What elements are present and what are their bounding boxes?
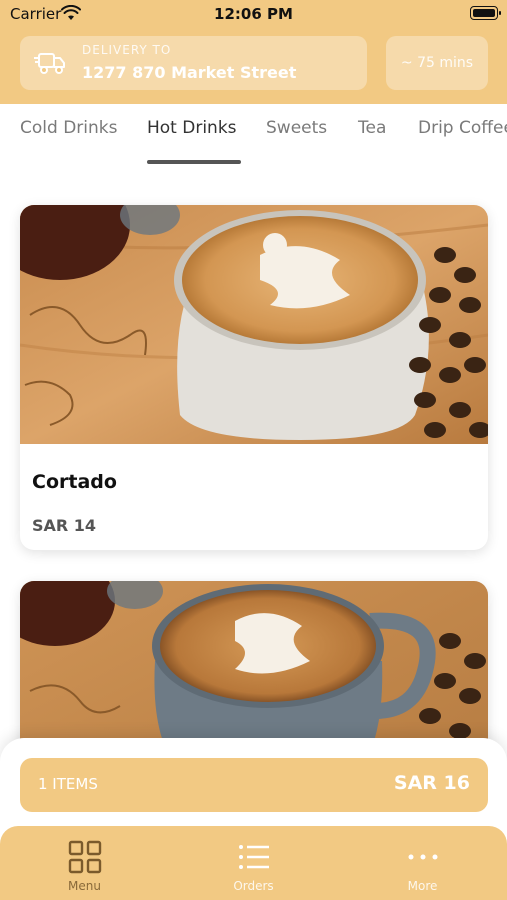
status-bar: Carrier 12:06 PM (0, 0, 507, 28)
tab-cold-drinks[interactable]: Cold Drinks (20, 118, 117, 138)
nav-label: Orders (233, 879, 274, 893)
product-image (20, 205, 488, 444)
nav-menu[interactable]: Menu (0, 826, 169, 900)
tab-drip-coffee[interactable]: Drip Coffee (418, 118, 507, 138)
view-cart-button[interactable]: 1 ITEMS SAR 16 (20, 758, 488, 812)
nav-more[interactable]: More (338, 826, 507, 900)
tab-tea[interactable]: Tea (358, 118, 386, 138)
delivery-label: DELIVERY TO (82, 43, 172, 57)
active-tab-indicator (147, 160, 241, 164)
delivery-address-button[interactable]: DELIVERY TO 1277 870 Market Street (20, 36, 367, 90)
product-card[interactable]: Cortado SAR 14 (20, 205, 488, 550)
bottom-nav: Menu Orders More (0, 826, 507, 900)
nav-label: Menu (68, 879, 101, 893)
battery-icon (470, 6, 501, 20)
status-time: 12:06 PM (214, 5, 293, 23)
product-name: Cortado (32, 471, 117, 493)
delivery-address: 1277 870 Market Street (82, 63, 297, 82)
more-dots-icon (408, 854, 438, 860)
grid-icon (68, 840, 102, 874)
tab-sweets[interactable]: Sweets (266, 118, 327, 138)
nav-orders[interactable]: Orders (169, 826, 338, 900)
category-tabs: Cold Drinks Hot Drinks Sweets Tea Drip C… (0, 104, 507, 166)
cart-item-count: 1 ITEMS (38, 775, 98, 793)
list-icon (239, 845, 269, 869)
header: Carrier 12:06 PM DELIVERY TO 1277 870 Ma… (0, 0, 507, 104)
delivery-truck-icon (34, 53, 65, 74)
product-price: SAR 14 (32, 516, 97, 535)
eta-badge[interactable]: ~ 75 mins (386, 36, 488, 90)
cart-total: SAR 16 (393, 772, 470, 794)
tab-hot-drinks[interactable]: Hot Drinks (147, 118, 237, 138)
nav-label: More (407, 879, 438, 893)
